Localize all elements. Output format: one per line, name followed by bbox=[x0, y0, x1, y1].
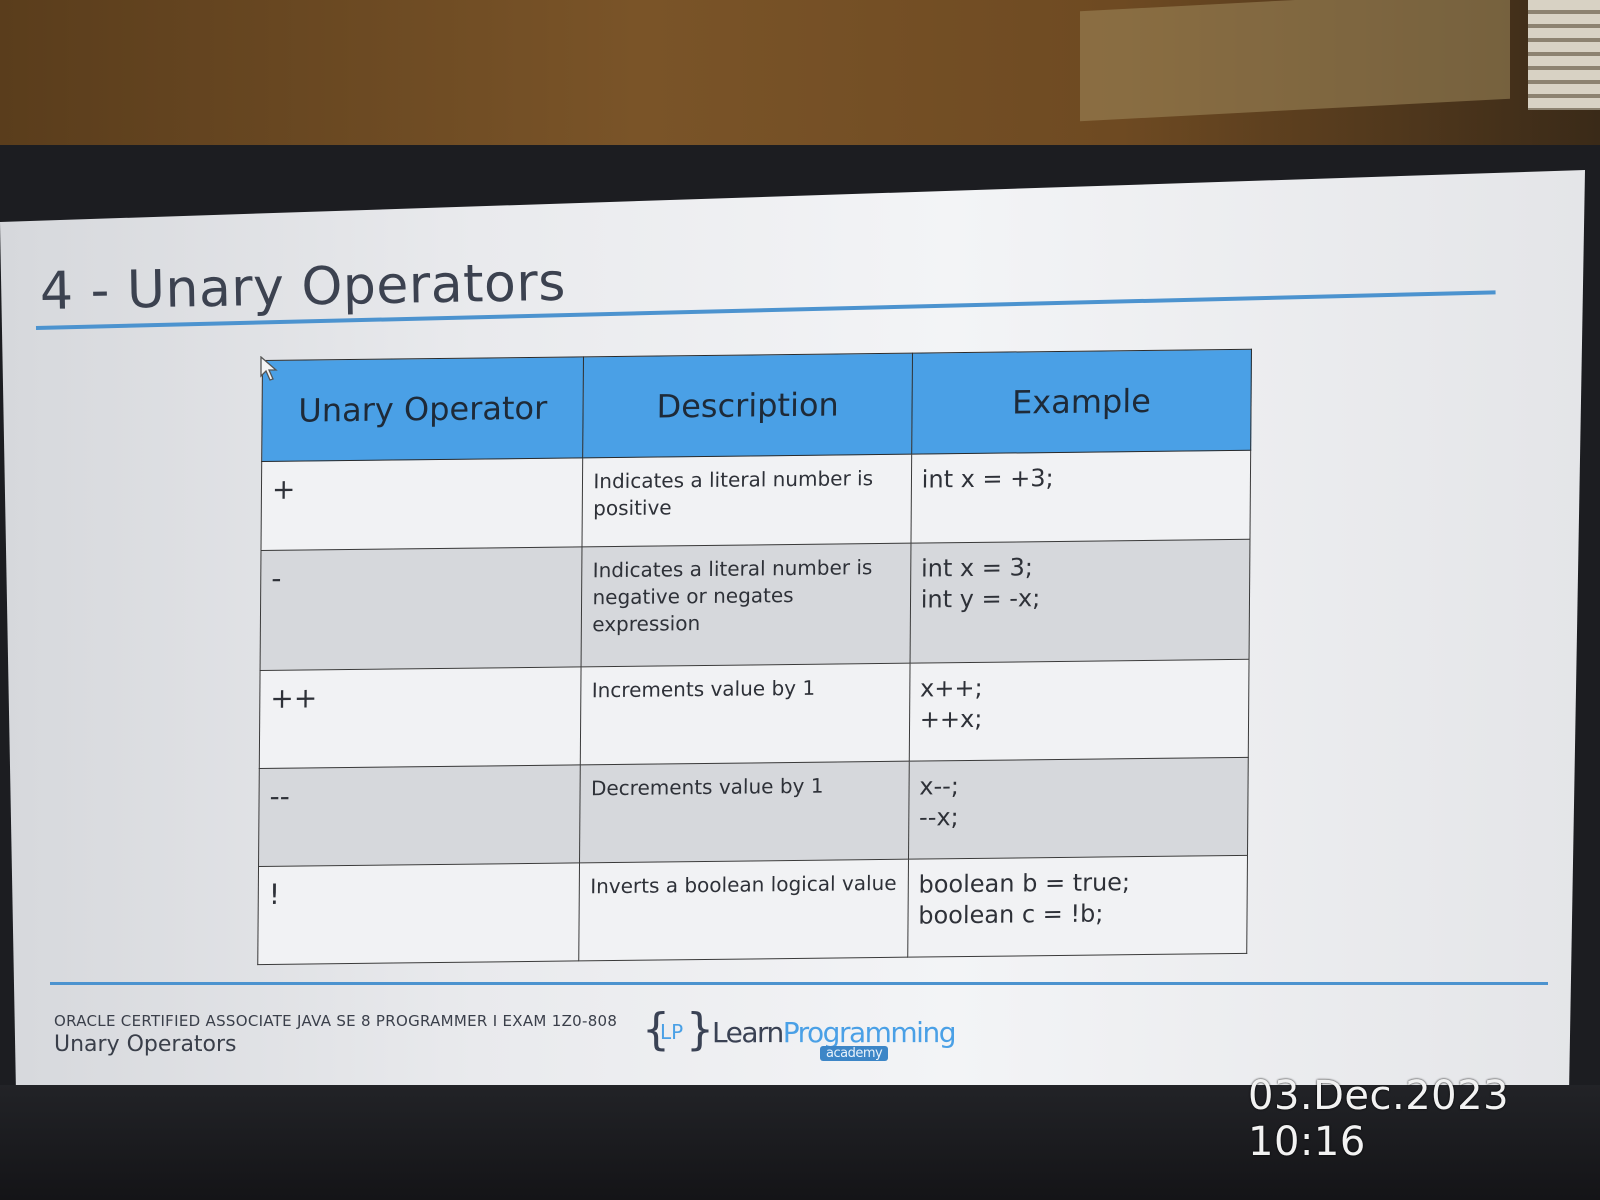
operator-cell: - bbox=[260, 546, 583, 671]
slide-title: 4 - Unary Operators bbox=[39, 252, 567, 322]
description-cell: Indicates a literal number is positive bbox=[582, 454, 912, 547]
example-cell: boolean b = true; boolean c = !b; bbox=[907, 855, 1248, 958]
table-row: - Indicates a literal number is negative… bbox=[260, 538, 1250, 671]
operator-cell: + bbox=[261, 457, 584, 551]
table-row: ++ Increments value by 1 x++; ++x; bbox=[259, 659, 1250, 769]
logo-wordmark: LearnProgramming bbox=[712, 1016, 957, 1049]
description-cell: Indicates a literal number is negative o… bbox=[581, 542, 911, 667]
window-blinds bbox=[1528, 0, 1600, 110]
learnprogramming-logo: { LP } LearnProgramming academy bbox=[642, 1004, 956, 1066]
example-cell: x++; ++x; bbox=[909, 659, 1250, 762]
photo-timestamp: 03.Dec.2023 10:16 bbox=[1248, 1073, 1510, 1165]
example-cell: int x = 3; int y = -x; bbox=[909, 538, 1250, 664]
operators-table-wrap: Unary Operator Description Example + Ind… bbox=[257, 349, 1252, 965]
description-cell: Decrements value by 1 bbox=[579, 761, 910, 863]
operator-cell: ! bbox=[257, 862, 580, 965]
mouse-pointer-icon bbox=[260, 356, 278, 381]
logo-academy-tag: academy bbox=[820, 1046, 889, 1061]
logo-initials: LP bbox=[660, 1020, 684, 1044]
logo-word-programming: Programming bbox=[782, 1016, 957, 1049]
operator-cell: -- bbox=[258, 764, 581, 867]
header-description: Description bbox=[583, 353, 913, 458]
operator-cell: ++ bbox=[259, 666, 582, 769]
header-example: Example bbox=[911, 349, 1252, 455]
logo-word-learn: Learn bbox=[712, 1016, 784, 1049]
footer-course: ORACLE CERTIFIED ASSOCIATE JAVA SE 8 PRO… bbox=[54, 1012, 618, 1030]
operators-table: Unary Operator Description Example + Ind… bbox=[257, 349, 1252, 965]
description-cell: Inverts a boolean logical value bbox=[579, 859, 909, 961]
example-cell: int x = +3; bbox=[910, 450, 1251, 543]
table-row: -- Decrements value by 1 x--; --x; bbox=[258, 757, 1249, 867]
logo-brace-close: } bbox=[686, 1004, 714, 1055]
table-header-row: Unary Operator Description Example bbox=[261, 349, 1252, 462]
table-row: ! Inverts a boolean logical value boolea… bbox=[257, 855, 1248, 965]
table-row: + Indicates a literal number is positive… bbox=[261, 450, 1251, 551]
footer-rule bbox=[50, 982, 1548, 985]
example-cell: x--; --x; bbox=[908, 757, 1249, 860]
header-operator: Unary Operator bbox=[261, 356, 584, 462]
description-cell: Increments value by 1 bbox=[580, 663, 910, 765]
footer-subtitle: Unary Operators bbox=[54, 1032, 237, 1057]
